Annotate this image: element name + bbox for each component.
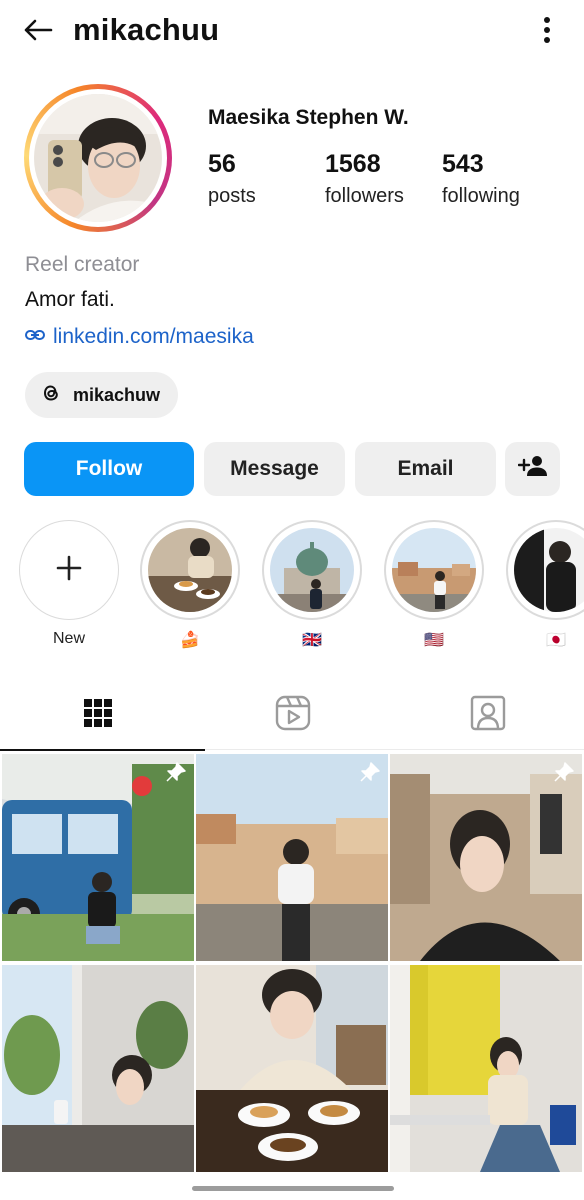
story-highlights: New 🍰 🇬🇧 🇺🇸 🇯🇵 xyxy=(0,520,584,660)
highlight-item[interactable]: 🇬🇧 xyxy=(262,520,362,650)
profile-category: Reel creator xyxy=(25,253,140,276)
profile-link[interactable]: linkedin.com/maesika xyxy=(25,325,254,349)
stat-following[interactable]: 543 following xyxy=(442,150,520,208)
threads-icon xyxy=(41,382,61,409)
stat-label: followers xyxy=(325,185,404,207)
tagged-icon xyxy=(470,695,506,736)
tab-reels[interactable] xyxy=(195,680,390,750)
highlight-label: 🍰 xyxy=(180,632,200,649)
profile-full-name: Maesika Stephen W. xyxy=(208,106,409,129)
threads-badge[interactable]: mikachuw xyxy=(25,372,179,418)
highlight-item[interactable]: 🇺🇸 xyxy=(384,520,484,650)
highlight-item[interactable]: 🍰 xyxy=(140,520,240,650)
highlight-label: 🇬🇧 xyxy=(302,632,322,649)
link-text: linkedin.com/maesika xyxy=(53,325,254,348)
highlight-item[interactable]: 🇯🇵 xyxy=(506,520,584,650)
highlight-label: New xyxy=(52,630,85,647)
highlight-label: 🇯🇵 xyxy=(546,632,566,649)
link-icon xyxy=(25,328,45,347)
home-indicator[interactable] xyxy=(192,1186,394,1191)
stat-posts[interactable]: 56 posts xyxy=(208,150,256,208)
highlight-new[interactable]: New xyxy=(19,520,119,648)
avatar xyxy=(34,94,162,222)
post-thumbnail[interactable] xyxy=(196,754,388,961)
profile-bio: Amor fati. xyxy=(25,288,115,311)
add-user-icon xyxy=(517,455,548,483)
stat-number: 56 xyxy=(208,150,236,178)
highlight-cover-image xyxy=(392,528,476,612)
highlight-label: 🇺🇸 xyxy=(424,632,444,649)
tab-posts[interactable] xyxy=(0,680,205,751)
tab-tagged[interactable] xyxy=(390,680,584,750)
grid-icon xyxy=(83,698,112,732)
post-thumbnail[interactable] xyxy=(2,754,194,961)
highlight-cover-image xyxy=(270,528,354,612)
stat-label: posts xyxy=(208,185,256,207)
profile-tabs xyxy=(0,680,584,751)
post-thumbnail[interactable] xyxy=(390,754,582,961)
post-thumbnail[interactable] xyxy=(390,965,582,1172)
pin-icon xyxy=(166,762,186,782)
avatar-story-ring[interactable] xyxy=(24,84,172,232)
pin-icon xyxy=(360,762,380,782)
threads-handle: mikachuw xyxy=(73,384,161,405)
stat-number: 1568 xyxy=(325,150,381,178)
stat-followers[interactable]: 1568 followers xyxy=(325,150,404,208)
stat-number: 543 xyxy=(442,150,484,178)
top-bar: mikachuu xyxy=(0,0,584,62)
highlight-cover-image xyxy=(148,528,232,612)
follow-button[interactable]: Follow xyxy=(24,442,194,496)
message-button[interactable]: Message xyxy=(204,442,345,496)
back-arrow-icon[interactable] xyxy=(18,12,58,48)
reels-icon xyxy=(275,695,311,736)
profile-stats: 56 posts 1568 followers 543 following xyxy=(208,150,568,220)
pin-icon xyxy=(554,762,574,782)
suggested-users-button[interactable] xyxy=(505,442,560,496)
more-vertical-icon[interactable] xyxy=(532,12,562,48)
stat-label: following xyxy=(442,185,520,207)
email-button[interactable]: Email xyxy=(355,442,496,496)
profile-username: mikachuu xyxy=(73,12,220,47)
highlight-cover-image xyxy=(514,528,584,612)
post-thumbnail[interactable] xyxy=(196,965,388,1172)
post-thumbnail[interactable] xyxy=(2,965,194,1172)
plus-icon xyxy=(56,553,82,587)
